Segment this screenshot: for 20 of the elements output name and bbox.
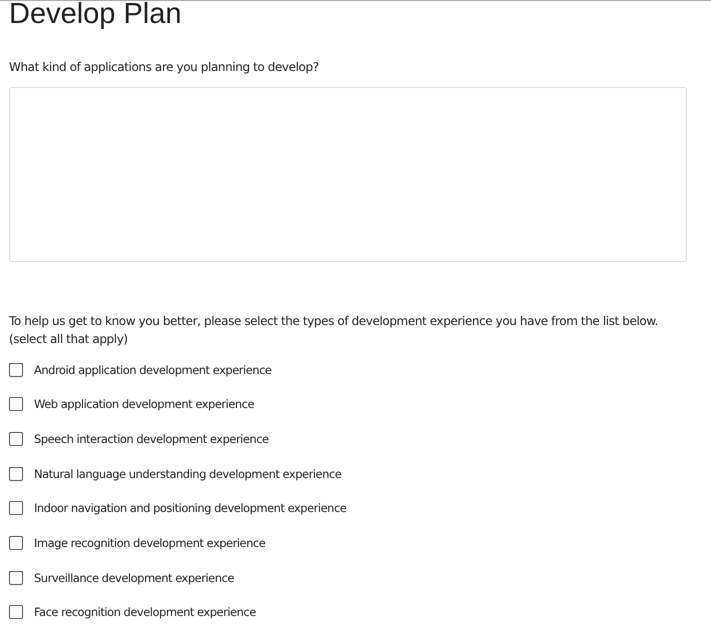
page-title: Develop Plan [9,1,182,31]
checkbox[interactable] [9,570,23,585]
option-label: Surveillance development experience [34,570,234,585]
checkbox[interactable] [9,397,23,412]
question-label: To help us get to know you better, please select the types of development experience you have from the list below. [9,313,660,330]
checkbox[interactable] [9,605,23,620]
option-label: Image recognition development experience [34,536,266,550]
checkbox[interactable] [9,466,23,481]
option-label: Speech interaction development experience [34,432,269,446]
hint-text: (select all that apply) [9,331,129,348]
checkbox[interactable] [9,432,23,446]
option-label: Indoor navigation and positioning development experience [34,501,346,516]
question-label: What kind of applications are you planning to develop? [9,59,320,75]
checkbox[interactable] [9,501,23,516]
checkbox[interactable] [9,536,23,550]
option-label: Natural language understanding development experience [34,466,342,481]
option-label: Face recognition development experience [34,605,256,620]
checkbox[interactable] [9,362,23,376]
option-label: Android application development experience [34,362,272,376]
option-label: Web application development experience [34,397,254,412]
